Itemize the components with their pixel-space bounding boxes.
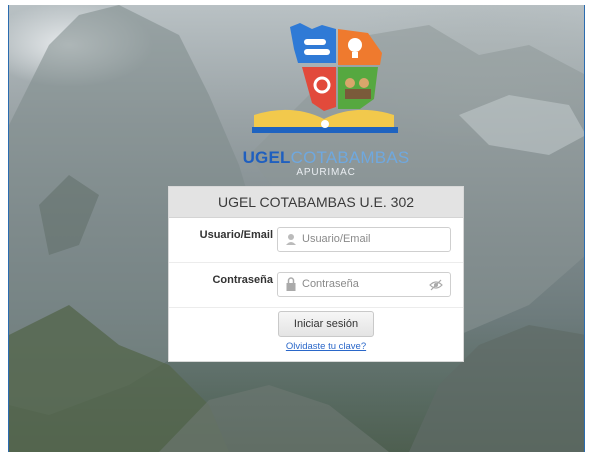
user-icon [285,228,297,251]
brand-name: UGELCOTABAMBAS [241,149,411,166]
password-label: Contraseña [212,274,273,286]
region-name: APURIMAC [296,167,356,178]
brand-bold: UGEL [242,148,291,167]
divider [169,262,463,263]
username-input[interactable]: Usuario/Email [277,227,451,252]
eye-slash-icon[interactable] [429,273,443,296]
username-label: Usuario/Email [199,229,273,241]
page-frame: UGELCOTABAMBAS APURIMAC UGEL COTABAMBAS … [8,5,585,452]
username-placeholder: Usuario/Email [302,233,371,245]
login-card: UGEL COTABAMBAS U.E. 302 Usuario/Email U… [168,186,464,362]
login-button[interactable]: Iniciar sesión [278,311,374,337]
username-row: Usuario/Email Usuario/Email [169,222,463,257]
divider [169,307,463,308]
lock-icon [285,273,297,296]
password-input[interactable]: Contraseña [277,272,451,297]
brand-light: COTABAMBAS [290,148,410,167]
password-placeholder: Contraseña [302,278,359,290]
login-title: UGEL COTABAMBAS U.E. 302 [169,187,463,218]
forgot-password-link[interactable]: Olvidaste tu clave? [276,341,376,352]
logo-text: UGELCOTABAMBAS APURIMAC [241,149,411,178]
password-row: Contraseña Contraseña [169,265,463,305]
